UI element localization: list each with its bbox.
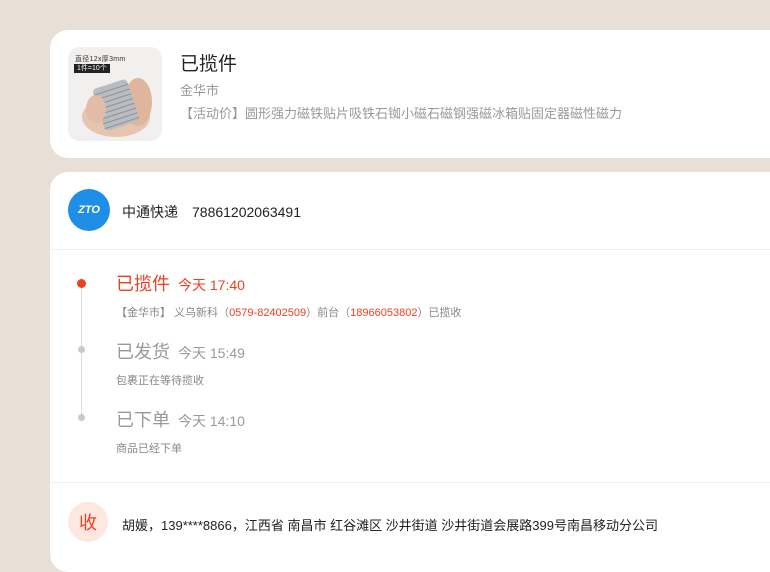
order-summary-card[interactable]: 直径12x厚3mm 1件=10个 已揽件 金华市 【活动价】圆形强力磁铁贴片吸铁… <box>50 30 770 158</box>
timeline-item-detail: 【金华市】 义乌新科（0579-82402509）前台（18966053802）… <box>116 304 461 320</box>
timeline-item-detail: 商品已经下单 <box>116 443 182 455</box>
tracking-number[interactable]: 78861202063491 <box>192 204 301 220</box>
timeline-status-label: 已发货 <box>116 342 170 362</box>
logistics-card: ZTO 中通快递 78861202063491 已揽件 今天 17:40 【金华市】… <box>50 172 770 572</box>
divider <box>50 249 770 250</box>
product-image-caption-pack: 1件=10个 <box>74 64 110 73</box>
order-status-title: 已揽件 <box>180 54 238 75</box>
origin-city: 金华市 <box>180 83 220 98</box>
timeline-item-status: 已发货 今天 15:49 <box>116 338 245 364</box>
timeline-dot <box>78 346 85 353</box>
detail-text: ）已揽收 <box>417 307 462 319</box>
receiver-address[interactable]: 胡媛，139****8866，江西省 南昌市 红谷滩区 沙井街道 沙井街道会展路… <box>122 515 658 534</box>
timeline-time: 今天 14:10 <box>178 413 245 429</box>
timeline-status-label: 已下单 <box>116 410 170 430</box>
courier-name: 中通快递 <box>122 204 178 220</box>
phone-link[interactable]: 0579-82402509 <box>229 307 306 319</box>
timeline-item-detail: 包裹正在等待揽收 <box>116 375 204 387</box>
detail-text: 【金华市】 义乌新科（ <box>116 307 230 319</box>
timeline-item-status: 已揽件 今天 17:40 <box>116 270 245 296</box>
product-title[interactable]: 【活动价】圆形强力磁铁贴片吸铁石铷小磁石磁钢强磁冰箱贴固定器磁性磁力 <box>180 103 622 122</box>
divider <box>50 482 770 483</box>
courier-info[interactable]: 中通快递 78861202063491 <box>122 202 301 222</box>
timeline-time: 今天 15:49 <box>178 345 245 361</box>
timeline-dot-active <box>77 279 86 288</box>
receiver-badge-icon: 收 <box>68 502 108 542</box>
timeline-time: 今天 17:40 <box>178 277 245 293</box>
timeline-item-status: 已下单 今天 14:10 <box>116 406 245 432</box>
zto-logo-icon: ZTO <box>68 189 110 231</box>
timeline-status-label: 已揽件 <box>116 274 170 294</box>
phone-link[interactable]: 18966053802 <box>350 307 417 319</box>
product-thumbnail[interactable]: 直径12x厚3mm 1件=10个 <box>68 47 162 141</box>
detail-text: ）前台（ <box>306 307 351 319</box>
timeline-dot <box>78 414 85 421</box>
product-image-caption-size: 直径12x厚3mm <box>75 56 126 63</box>
